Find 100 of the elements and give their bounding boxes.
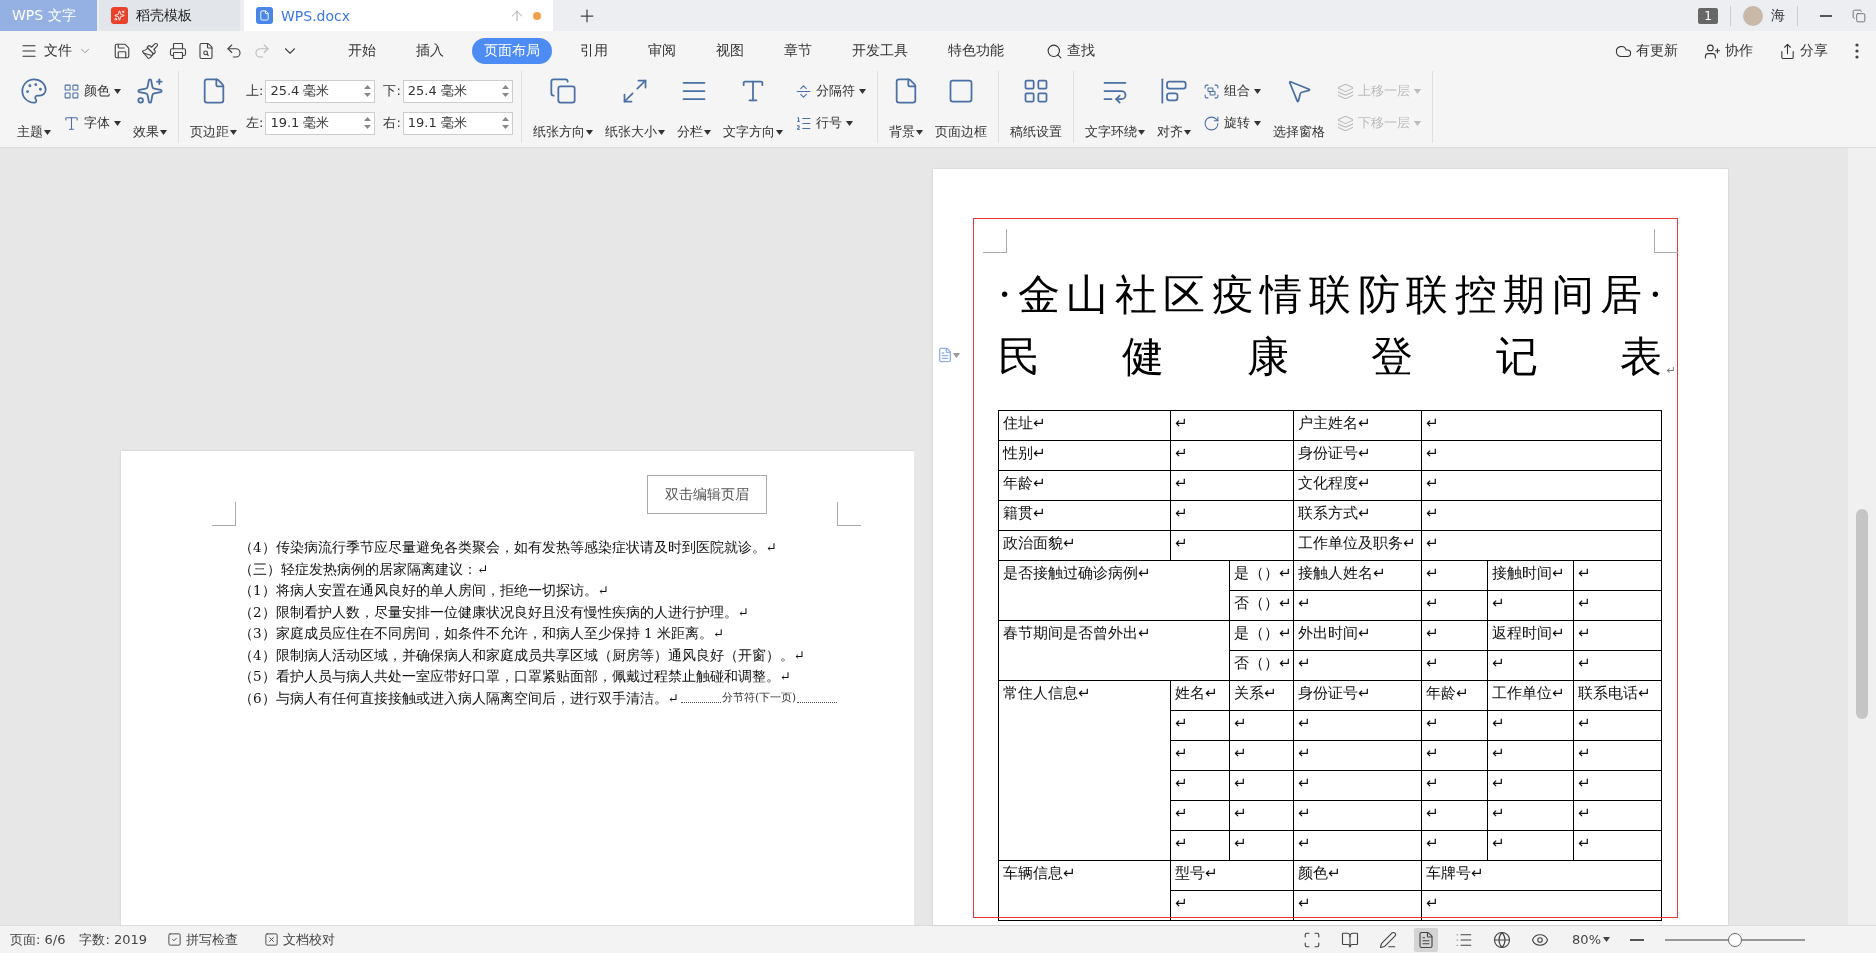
menu-icon (20, 42, 38, 60)
ribbon-button[interactable]: 分栏 (673, 71, 714, 143)
title-tab[interactable]: WPS.docx (244, 0, 553, 31)
ribbon-button[interactable]: 文字环绕 (1081, 71, 1148, 143)
table-cell: 否（）↵ (1229, 650, 1294, 681)
ribbon-button[interactable]: 页面边框 (931, 71, 990, 143)
ribbon-button[interactable]: 分隔符 (791, 80, 869, 102)
paste-options-icon[interactable] (937, 347, 960, 363)
field-label: 上: (246, 82, 264, 100)
title-tab[interactable]: 稻壳模板 (99, 0, 240, 31)
table-cell: 车牌号↵ (1421, 860, 1662, 891)
ribbon-button[interactable]: 纸张方向 (529, 71, 596, 143)
table-cell: ↵ (1170, 740, 1230, 771)
margin-field[interactable]: 25.4 毫米 (402, 79, 513, 103)
action-button[interactable]: 分享 (1773, 41, 1834, 61)
caret-icon (1413, 120, 1421, 126)
table-cell: ↵ (1170, 410, 1294, 441)
action-button[interactable]: 有更新 (1609, 41, 1684, 61)
ribbon-button[interactable]: 主题 (14, 71, 54, 143)
crop-mark (983, 229, 1007, 253)
table-cell: ↵ (1229, 800, 1294, 831)
ribbon-tab[interactable]: 章节 (772, 38, 824, 64)
crop-mark (1654, 229, 1678, 253)
ribbon-tab[interactable]: 开始 (336, 38, 388, 64)
table-cell: ↵ (1170, 890, 1294, 921)
table-cell: ↵ (1573, 620, 1662, 651)
table-cell: ↵ (1573, 710, 1662, 741)
ribbon-button[interactable]: 稿纸设置 (1006, 71, 1065, 143)
table-cell: 身份证号↵ (1293, 680, 1422, 711)
caret-icon (230, 129, 237, 135)
spinner-icon[interactable] (501, 83, 509, 98)
table-cell: ↵ (1170, 830, 1230, 861)
user-plus-icon (1704, 42, 1721, 60)
minimize-icon (1820, 14, 1832, 17)
table-cell: 车辆信息↵ (998, 860, 1171, 921)
table-cell: 政治面貌↵ (998, 530, 1171, 561)
crop-mark (837, 502, 861, 526)
slider-thumb[interactable] (1728, 932, 1742, 947)
table-cell: ↵ (1421, 710, 1488, 741)
spinner-icon[interactable] (501, 115, 509, 130)
document-icon (256, 7, 273, 24)
table-cell: ↵ (1421, 740, 1488, 771)
table-cell: ↵ (1229, 740, 1294, 771)
table-cell: 是（）↵ (1229, 560, 1294, 591)
table-cell: 年龄↵ (998, 470, 1171, 501)
count-badge: 1 (1698, 7, 1718, 24)
table-cell: 春节期间是否曾外出↵ (998, 620, 1230, 681)
table-cell: ↵ (1229, 710, 1294, 741)
ribbon-button[interactable]: 组合 (1199, 80, 1264, 102)
status-button[interactable]: 文档校对 (258, 929, 342, 950)
margin-field[interactable]: 25.4 毫米 (265, 79, 376, 103)
ribbon-button[interactable]: 颜色 (60, 80, 124, 102)
table-cell: ↵ (1421, 560, 1488, 591)
ribbon-tab[interactable]: 开发工具 (840, 38, 920, 64)
spinner-icon[interactable] (364, 115, 372, 130)
edit-header-button[interactable]: 双击编辑页眉 (647, 475, 767, 514)
search-button[interactable]: 查找 (1040, 41, 1101, 61)
table-cell: ↵ (1293, 740, 1422, 771)
ribbon-button[interactable]: 字体 (60, 112, 124, 134)
margin-field[interactable]: 19.1 毫米 (265, 111, 376, 135)
restore-icon (1852, 8, 1866, 23)
ribbon-tab[interactable]: 引用 (568, 38, 620, 64)
zoom-out-icon (1630, 938, 1644, 941)
table-cell: ↵ (1293, 800, 1422, 831)
ribbon-button[interactable]: 文字方向 (719, 71, 786, 143)
layers-icon (1336, 82, 1354, 100)
ribbon-button[interactable]: 行号 (791, 112, 869, 134)
table-cell: ↵ (1573, 650, 1662, 681)
ribbon-button[interactable]: 纸张大小 (601, 71, 668, 143)
file-menu[interactable]: 文件 (14, 38, 98, 64)
scroll-thumb[interactable] (1856, 509, 1868, 719)
ribbon-tab[interactable]: 审阅 (636, 38, 688, 64)
ribbon-button[interactable]: 对齐 (1153, 71, 1194, 143)
table-cell: ↵ (1487, 770, 1574, 801)
action-button[interactable]: 协作 (1698, 41, 1759, 61)
spinner-icon[interactable] (364, 83, 372, 98)
margin-field[interactable]: 19.1 毫米 (402, 111, 513, 135)
ribbon-button[interactable]: 背景 (885, 71, 926, 143)
table-cell: 户主姓名↵ (1293, 410, 1422, 441)
table-cell: 关系↵ (1229, 680, 1294, 711)
zoom-dropdown[interactable]: 80% (1566, 931, 1616, 948)
status-button[interactable]: 拼写检查 (161, 929, 245, 950)
table-cell: ↵ (1573, 590, 1662, 621)
ribbon-button[interactable]: 旋转 (1199, 112, 1264, 134)
view-button[interactable] (1414, 927, 1439, 952)
ribbon-tab[interactable]: 插入 (404, 38, 456, 64)
grid-icon (63, 82, 80, 100)
table-cell: ↵ (1293, 590, 1422, 621)
ribbon-button[interactable]: 选择窗格 (1269, 71, 1328, 143)
caret-icon (1183, 129, 1191, 135)
table-cell: ↵ (1170, 710, 1230, 741)
ribbon-button[interactable]: 效果 (130, 71, 170, 143)
book-icon (1341, 930, 1360, 949)
paragraph: （4）限制病人活动区域，并确保病人和家庭成员共享区域（厨房等）通风良好（开窗）。↵ (239, 645, 806, 665)
ribbon-tab[interactable]: 视图 (704, 38, 756, 64)
caret-icon (1603, 937, 1610, 942)
table-cell: 是否接触过确诊病例↵ (998, 560, 1230, 621)
ribbon-button[interactable]: 页边距 (187, 71, 240, 143)
ribbon-tab[interactable]: 特色功能 (936, 38, 1016, 64)
table-cell: ↵ (1170, 470, 1294, 501)
